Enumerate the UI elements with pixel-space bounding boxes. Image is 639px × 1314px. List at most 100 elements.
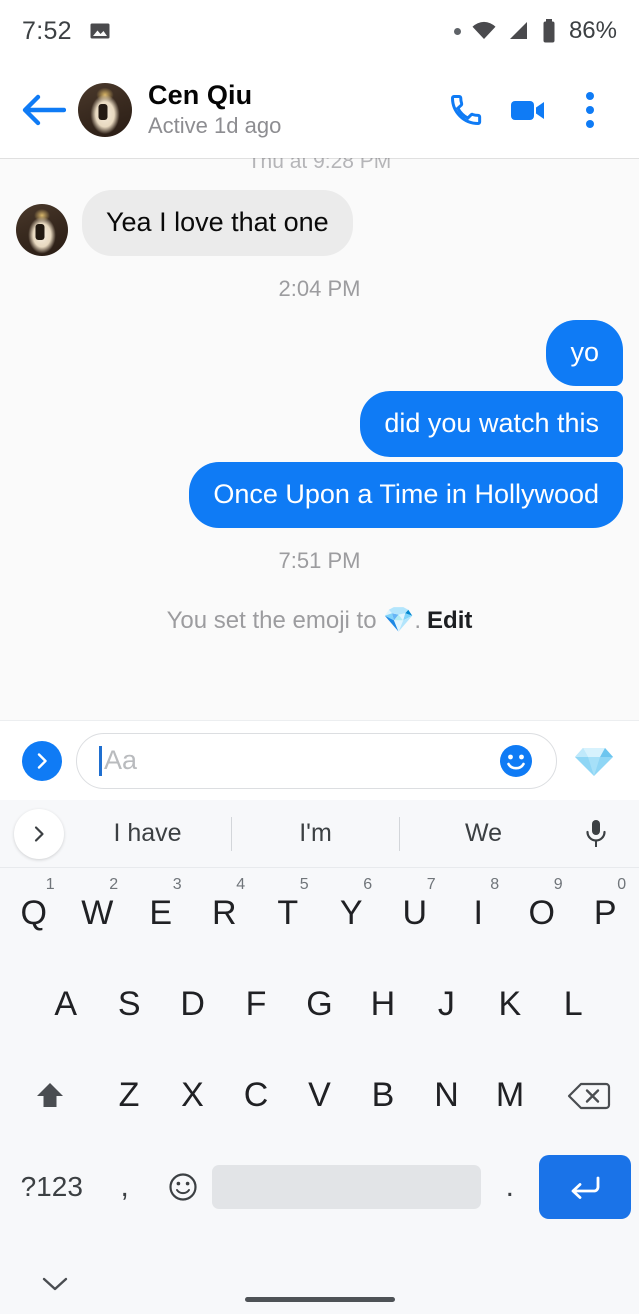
key-s[interactable]: S [97,959,160,1050]
suggestion-expand-button[interactable] [14,808,64,859]
suggestion-chip[interactable]: We [400,819,567,848]
key-g[interactable]: G [288,959,351,1050]
message-row-incoming: Yea I love that one [16,190,623,256]
message-bubble-outgoing[interactable]: yo [546,319,623,386]
suggestion-chip[interactable]: I'm [232,819,399,848]
video-camera-icon [511,101,544,120]
home-indicator[interactable] [244,1297,395,1302]
enter-icon [571,1176,600,1199]
shift-key[interactable] [2,1050,97,1141]
message-timestamp: 2:04 PM [278,275,361,301]
more-options-button[interactable] [559,79,621,141]
key-q[interactable]: 1Q [2,868,66,959]
key-num: 6 [363,876,373,893]
message-input-placeholder: Aa [104,745,138,775]
message-bubble-incoming[interactable]: Yea I love that one [82,190,353,256]
key-b[interactable]: B [351,1050,415,1141]
backspace-icon [568,1082,611,1109]
emoji-notice-suffix: . [414,606,422,634]
chevron-right-icon [34,825,44,842]
emoji-notice-prefix: You set the emoji to [166,606,384,634]
key-num: 0 [617,876,627,893]
key-p[interactable]: 0P [574,868,638,959]
enter-key[interactable] [539,1141,632,1232]
key-y[interactable]: 6Y [320,868,384,959]
message-thread[interactable]: Thu at 9:28 PM Yea I love that one 2:04 … [0,158,639,720]
key-num: 9 [553,876,563,893]
contact-avatar[interactable] [78,83,132,137]
key-v[interactable]: V [288,1050,352,1141]
edit-emoji-link[interactable]: Edit [427,607,472,634]
key-num: 7 [426,876,436,893]
gem-icon [575,747,613,776]
key-letter: W [81,894,114,932]
key-w[interactable]: 2W [66,868,130,959]
messenger-screen: 7:52 86% Cen Qiu Active 1d ago Thu at 9:… [0,0,639,1314]
message-timestamp: 7:51 PM [278,547,361,573]
key-m[interactable]: M [478,1050,542,1141]
header-actions [435,79,621,141]
key-n[interactable]: N [415,1050,479,1141]
image-icon [90,23,110,39]
key-e[interactable]: 3E [129,868,193,959]
key-a[interactable]: A [34,959,97,1050]
key-c[interactable]: C [224,1050,288,1141]
key-letter: Q [20,894,47,932]
keyboard-row-1: 1Q 2W 3E 4R 5T 6Y 7U 8I 9O 0P [0,868,639,959]
video-call-button[interactable] [497,79,559,141]
cellular-signal-icon [509,22,527,39]
day-separator-clipped: Thu at 9:28 PM [247,158,392,173]
status-time: 7:52 [22,16,72,45]
key-num: 4 [236,876,246,893]
key-z[interactable]: Z [97,1050,161,1141]
back-arrow-icon [22,94,66,126]
message-bubble-outgoing[interactable]: did you watch this [360,390,623,457]
key-k[interactable]: K [478,959,541,1050]
message-bubble-outgoing[interactable]: Once Upon a Time in Hollywood [189,461,623,528]
key-num: 2 [109,876,119,893]
contact-info[interactable]: Cen Qiu Active 1d ago [148,80,281,141]
key-r[interactable]: 4R [193,868,257,959]
emoji-picker-button[interactable] [496,741,536,781]
space-key[interactable] [212,1141,481,1232]
key-letter: O [528,894,555,932]
contact-name: Cen Qiu [148,79,253,110]
back-button[interactable] [18,84,70,136]
status-right-icons: 86% [453,17,617,45]
hide-keyboard-button[interactable] [0,1275,110,1293]
key-o[interactable]: 9O [510,868,574,959]
system-nav-bar [0,1254,639,1314]
emoji-key[interactable] [154,1141,212,1232]
key-t[interactable]: 5T [256,868,320,959]
text-caret [99,745,102,776]
battery-percent: 86% [568,17,617,44]
key-num: 5 [299,876,309,893]
key-d[interactable]: D [161,959,224,1050]
period-key[interactable]: . [481,1141,539,1232]
dot-icon [453,27,461,35]
backspace-key[interactable] [542,1050,637,1141]
enter-key-surface [539,1154,632,1219]
key-l[interactable]: L [542,959,605,1050]
voice-input-button[interactable] [567,817,625,851]
key-x[interactable]: X [161,1050,225,1141]
key-i[interactable]: 8I [447,868,511,959]
kebab-menu-icon [586,92,594,128]
spacebar-surface [212,1164,481,1209]
key-h[interactable]: H [351,959,414,1050]
key-f[interactable]: F [224,959,287,1050]
comma-key[interactable]: , [96,1141,154,1232]
keyboard-row-3: Z X C V B N M [0,1050,639,1141]
message-avatar[interactable] [16,203,68,256]
key-letter: E [149,894,173,932]
symbols-key[interactable]: ?123 [8,1141,96,1232]
key-j[interactable]: J [415,959,478,1050]
key-letter: T [277,894,299,932]
voice-call-button[interactable] [435,79,497,141]
quick-emoji-button[interactable] [563,742,625,780]
composer-expand-button[interactable] [14,740,70,781]
battery-icon [543,19,555,43]
message-input-wrapper[interactable]: Aa [76,732,557,789]
key-u[interactable]: 7U [383,868,447,959]
suggestion-chip[interactable]: I have [64,819,231,848]
